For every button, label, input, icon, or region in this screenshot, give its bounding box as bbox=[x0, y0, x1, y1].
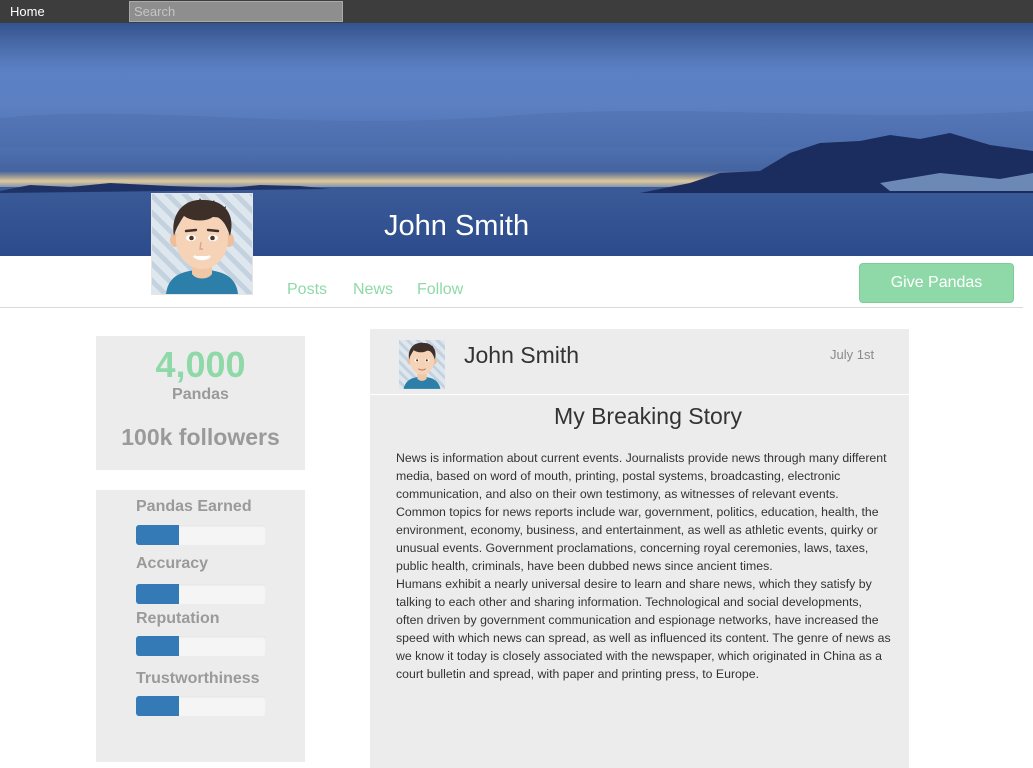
metric-label-pandas-earned: Pandas Earned bbox=[136, 498, 252, 515]
progress-bar-trustworthiness bbox=[136, 696, 266, 716]
post-header-divider bbox=[370, 394, 909, 395]
stats-card: 4,000 Pandas 100k followers bbox=[96, 336, 305, 470]
progress-fill-pandas-earned bbox=[136, 525, 179, 545]
metric-label-trustworthiness: Trustworthiness bbox=[136, 670, 260, 687]
metric-label-reputation: Reputation bbox=[136, 610, 220, 627]
progress-fill-reputation bbox=[136, 636, 179, 656]
followers-count: 100k followers bbox=[121, 424, 280, 450]
progress-bar-reputation bbox=[136, 636, 266, 656]
tab-follow[interactable]: Follow bbox=[417, 281, 463, 299]
pandas-label: Pandas bbox=[172, 386, 229, 403]
cartoon-man-avatar-icon bbox=[166, 198, 238, 294]
give-pandas-button[interactable]: Give Pandas bbox=[859, 263, 1014, 303]
metrics-card: Pandas Earned Accuracy Reputation Trustw… bbox=[96, 490, 305, 762]
post-paragraph: Humans exhibit a nearly universal desire… bbox=[396, 577, 891, 681]
post-paragraph: Common topics for news reports include w… bbox=[396, 505, 879, 573]
home-link[interactable]: Home bbox=[10, 4, 45, 19]
subnav-divider bbox=[0, 307, 1023, 308]
post-author-name[interactable]: John Smith bbox=[464, 342, 579, 369]
progress-fill-trustworthiness bbox=[136, 696, 179, 716]
progress-bar-accuracy bbox=[136, 584, 266, 604]
post-title: My Breaking Story bbox=[554, 403, 742, 429]
pandas-count: 4,000 bbox=[155, 344, 246, 385]
post-card: John Smith July 1st My Breaking Story Ne… bbox=[370, 329, 909, 768]
metric-label-accuracy: Accuracy bbox=[136, 555, 209, 572]
post-date: July 1st bbox=[830, 347, 875, 362]
tab-news[interactable]: News bbox=[353, 281, 393, 299]
progress-fill-accuracy bbox=[136, 584, 179, 604]
post-body: News is information about current events… bbox=[396, 449, 892, 683]
post-paragraph: News is information about current events… bbox=[396, 451, 887, 501]
tab-posts[interactable]: Posts bbox=[287, 281, 327, 299]
post-author-avatar[interactable] bbox=[399, 340, 445, 389]
progress-bar-pandas-earned bbox=[136, 525, 266, 545]
top-navbar: Home bbox=[0, 0, 1033, 23]
search-input[interactable] bbox=[129, 1, 343, 22]
profile-name: John Smith bbox=[384, 210, 530, 242]
cartoon-man-avatar-icon bbox=[403, 341, 441, 389]
profile-avatar bbox=[151, 193, 253, 295]
